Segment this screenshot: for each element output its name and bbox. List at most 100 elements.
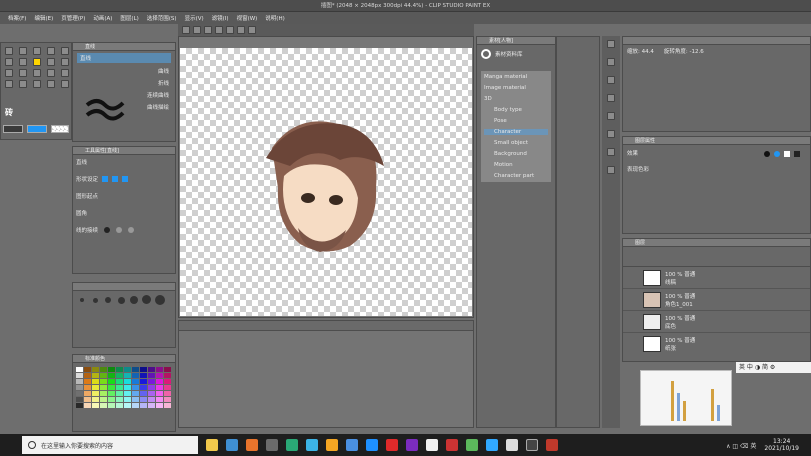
- effect-square-icon[interactable]: [784, 151, 790, 157]
- ime-toolbar[interactable]: 英 中 ◑ 简 ⚙: [736, 362, 811, 373]
- palette-swatch[interactable]: [108, 367, 115, 372]
- palette-swatch[interactable]: [116, 397, 123, 402]
- taskbar-clock[interactable]: 13:24 2021/10/19: [764, 438, 799, 452]
- palette-swatch[interactable]: [116, 385, 123, 390]
- palette-swatch[interactable]: [92, 373, 99, 378]
- menu-file[interactable]: 档案(F): [6, 14, 28, 22]
- palette-swatch[interactable]: [132, 391, 139, 396]
- palette-swatch[interactable]: [100, 367, 107, 372]
- palette-swatch[interactable]: [124, 373, 131, 378]
- palette-swatch[interactable]: [124, 385, 131, 390]
- palette-swatch[interactable]: [76, 367, 83, 372]
- eraser-tool-icon[interactable]: [61, 58, 69, 66]
- drawing-canvas[interactable]: [180, 48, 472, 316]
- app-icon[interactable]: [306, 439, 318, 451]
- palette-swatch[interactable]: [156, 403, 163, 408]
- pencil-tool-icon[interactable]: [19, 58, 27, 66]
- palette-swatch[interactable]: [140, 397, 147, 402]
- palette-swatch[interactable]: [108, 403, 115, 408]
- menu-window[interactable]: 视窗(W): [235, 14, 260, 22]
- firefox-icon[interactable]: [246, 439, 258, 451]
- palette-swatch[interactable]: [100, 373, 107, 378]
- effect-dot-icon[interactable]: [764, 151, 770, 157]
- gradient-tool-icon[interactable]: [33, 69, 41, 77]
- palette-swatch[interactable]: [164, 391, 171, 396]
- palette-swatch[interactable]: [140, 391, 147, 396]
- palette-swatch[interactable]: [164, 373, 171, 378]
- palette-swatch[interactable]: [156, 391, 163, 396]
- palette-swatch[interactable]: [100, 379, 107, 384]
- fill-tool-icon[interactable]: [19, 69, 27, 77]
- ruler-tool-icon[interactable]: [5, 80, 13, 88]
- palette-swatch[interactable]: [116, 403, 123, 408]
- new-file-icon[interactable]: [182, 26, 190, 34]
- sub-view-icon[interactable]: [607, 58, 615, 66]
- palette-swatch[interactable]: [164, 403, 171, 408]
- color-history-icon[interactable]: [607, 166, 615, 174]
- save-icon[interactable]: [204, 26, 212, 34]
- palette-swatch[interactable]: [84, 385, 91, 390]
- layer-row[interactable]: 100 % 普通 纸张: [623, 333, 810, 355]
- palette-swatch[interactable]: [124, 403, 131, 408]
- palette-swatch[interactable]: [132, 403, 139, 408]
- palette-swatch[interactable]: [92, 379, 99, 384]
- palette-swatch[interactable]: [164, 385, 171, 390]
- pen-tool-icon[interactable]: [5, 58, 13, 66]
- app-icon[interactable]: [426, 439, 438, 451]
- tree-small-object[interactable]: Small object: [484, 140, 548, 146]
- palette-swatch[interactable]: [124, 379, 131, 384]
- palette-swatch[interactable]: [100, 385, 107, 390]
- palette-swatch[interactable]: [92, 391, 99, 396]
- palette-swatch[interactable]: [140, 367, 147, 372]
- palette-swatch[interactable]: [76, 403, 83, 408]
- palette-swatch[interactable]: [108, 379, 115, 384]
- text-tool-icon[interactable]: [19, 80, 27, 88]
- material-library-row[interactable]: 素材资料库: [477, 45, 555, 63]
- app-icon[interactable]: [446, 439, 458, 451]
- app-icon[interactable]: [406, 439, 418, 451]
- property-start-point[interactable]: 图形起点: [76, 192, 172, 200]
- color-slider-icon[interactable]: [607, 148, 615, 156]
- navigator-icon[interactable]: [607, 40, 615, 48]
- tree-character[interactable]: Character: [484, 129, 548, 135]
- correct-line-tool-icon[interactable]: [47, 80, 55, 88]
- brush-tool-icon[interactable]: [33, 58, 41, 66]
- property-round-corner[interactable]: 圆角: [76, 209, 172, 217]
- palette-swatch[interactable]: [84, 373, 91, 378]
- effect-dot-icon[interactable]: [774, 151, 780, 157]
- palette-swatch[interactable]: [156, 373, 163, 378]
- palette-swatch[interactable]: [84, 379, 91, 384]
- clip-studio-icon[interactable]: [526, 439, 538, 451]
- zoom-tool-icon[interactable]: [19, 47, 27, 55]
- palette-swatch[interactable]: [156, 385, 163, 390]
- palette-swatch[interactable]: [124, 367, 131, 372]
- property-line-connection[interactable]: 线的接续: [76, 226, 172, 234]
- palette-swatch[interactable]: [132, 367, 139, 372]
- sub-color-swatch[interactable]: [27, 125, 47, 133]
- property-shape-setting[interactable]: 形状设定: [76, 175, 172, 183]
- palette-swatch[interactable]: [100, 391, 107, 396]
- palette-swatch[interactable]: [148, 403, 155, 408]
- palette-swatch[interactable]: [140, 373, 147, 378]
- menu-filter[interactable]: 滤镜(I): [210, 14, 231, 22]
- palette-swatch[interactable]: [156, 397, 163, 402]
- palette-swatch[interactable]: [116, 373, 123, 378]
- palette-swatch[interactable]: [140, 379, 147, 384]
- tree-3d[interactable]: 3D: [484, 96, 548, 102]
- palette-swatch[interactable]: [108, 373, 115, 378]
- edge-icon[interactable]: [366, 439, 378, 451]
- color-palette-grid[interactable]: [76, 367, 171, 411]
- file-explorer-icon[interactable]: [206, 439, 218, 451]
- figure-tool-icon[interactable]: [47, 69, 55, 77]
- app-icon[interactable]: [466, 439, 478, 451]
- menu-edit[interactable]: 编辑(E): [32, 14, 55, 22]
- palette-swatch[interactable]: [92, 397, 99, 402]
- palette-swatch[interactable]: [148, 397, 155, 402]
- tree-motion[interactable]: Motion: [484, 162, 548, 168]
- palette-swatch[interactable]: [156, 367, 163, 372]
- palette-swatch[interactable]: [132, 373, 139, 378]
- tree-image-material[interactable]: Image material: [484, 85, 548, 91]
- palette-swatch[interactable]: [164, 397, 171, 402]
- transparent-color-swatch[interactable]: [51, 125, 69, 133]
- app-icon[interactable]: [386, 439, 398, 451]
